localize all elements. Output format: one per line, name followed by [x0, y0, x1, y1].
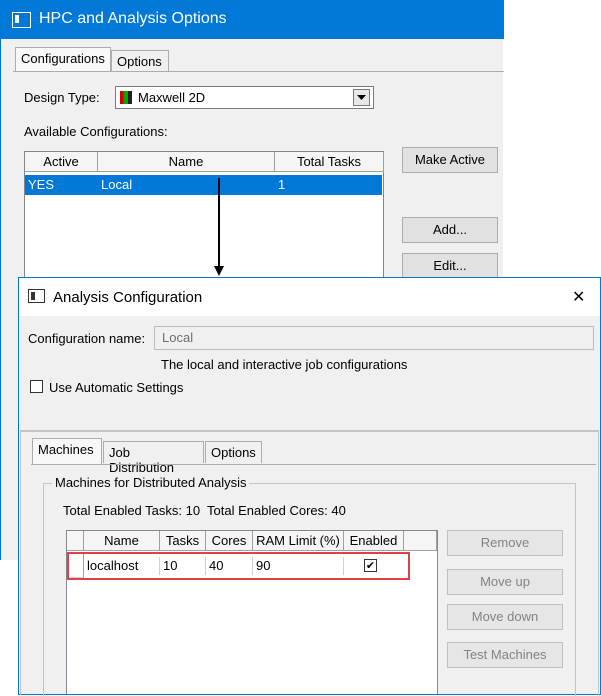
tab-machine-options[interactable]: Options	[205, 441, 262, 463]
column-header-enabled[interactable]: Enabled	[344, 531, 404, 551]
tab-job-distribution-label: Job Distribution	[109, 445, 175, 475]
remove-button[interactable]: Remove	[447, 530, 563, 556]
machines-group-label: Machines for Distributed Analysis	[52, 475, 250, 490]
maxwell-icon	[120, 91, 132, 104]
edit-arrow-connector	[214, 178, 224, 276]
column-header-filler	[404, 531, 437, 551]
tab-configurations-label: Configurations	[21, 51, 105, 66]
column-header-name[interactable]: Name	[98, 152, 275, 172]
make-active-button[interactable]: Make Active	[402, 147, 498, 173]
window-app-icon	[28, 289, 45, 303]
add-button[interactable]: Add...	[402, 217, 498, 243]
column-header-row-marker	[67, 531, 84, 551]
analysis-window-title: Analysis Configuration	[53, 289, 203, 306]
configuration-name-field[interactable]: Local	[154, 326, 594, 350]
tab-underline	[31, 464, 596, 465]
configuration-name-label: Configuration name:	[28, 331, 146, 346]
row-total-tasks: 1	[278, 177, 286, 192]
table-row[interactable]: YES Local 1	[25, 175, 382, 195]
chevron-down-icon	[353, 89, 370, 106]
automatic-settings-checkbox[interactable]	[30, 380, 43, 393]
column-header-active[interactable]: Active	[25, 152, 98, 172]
analysis-title-bar[interactable]: Analysis Configuration ✕	[19, 278, 600, 316]
tab-machines-label: Machines	[38, 442, 94, 457]
tab-machine-options-label: Options	[211, 445, 256, 460]
tab-options[interactable]: Options	[111, 50, 169, 72]
tab-job-distribution[interactable]: Job Distribution	[103, 441, 204, 475]
analysis-configuration-dialog: Analysis Configuration ✕ Configuration n…	[18, 277, 601, 696]
tab-panel-border	[13, 71, 504, 72]
row-active: YES	[28, 177, 55, 192]
tab-options-label: Options	[117, 54, 162, 69]
column-header-ram-limit[interactable]: RAM Limit (%)	[253, 531, 344, 551]
design-type-value: Maxwell 2D	[138, 90, 206, 105]
close-icon[interactable]: ✕	[572, 287, 585, 307]
enabled-totals: Total Enabled Tasks: 10 Total Enabled Co…	[63, 503, 346, 518]
edit-button[interactable]: Edit...	[402, 253, 498, 279]
configuration-description: The local and interactive job configurat…	[161, 357, 408, 372]
test-machines-button[interactable]: Test Machines	[447, 642, 563, 668]
hpc-title-bar[interactable]: HPC and Analysis Options	[1, 0, 504, 39]
automatic-settings-label: Use Automatic Settings	[49, 380, 184, 395]
highlight-box	[67, 552, 410, 580]
tab-machines[interactable]: Machines	[32, 438, 102, 465]
row-name: Local	[101, 177, 133, 192]
configurations-list[interactable]: Active Name Total Tasks YES Local 1	[24, 151, 384, 281]
window-app-icon	[12, 12, 31, 28]
available-configurations-label: Available Configurations:	[24, 124, 168, 139]
column-header-machine-name[interactable]: Name	[84, 531, 160, 551]
tab-area-border	[20, 430, 599, 431]
design-type-dropdown[interactable]: Maxwell 2D	[115, 86, 374, 109]
column-header-cores[interactable]: Cores	[206, 531, 253, 551]
column-header-tasks[interactable]: Tasks	[160, 531, 206, 551]
tab-configurations[interactable]: Configurations	[15, 47, 111, 72]
hpc-window-title: HPC and Analysis Options	[39, 10, 227, 27]
move-up-button[interactable]: Move up	[447, 569, 563, 595]
configuration-name-value: Local	[162, 330, 194, 345]
design-type-label: Design Type:	[24, 90, 100, 105]
column-header-total-tasks[interactable]: Total Tasks	[275, 152, 384, 172]
move-down-button[interactable]: Move down	[447, 604, 563, 630]
